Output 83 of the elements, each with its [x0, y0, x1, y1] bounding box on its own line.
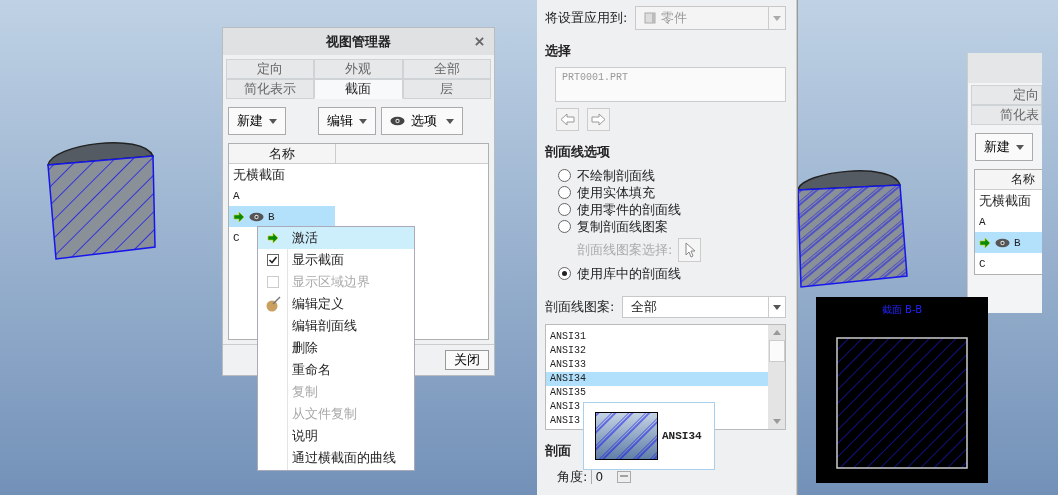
drawing-title: 截面 B-B: [881, 303, 923, 317]
close-icon[interactable]: [475, 37, 484, 46]
radio-button[interactable]: [558, 169, 571, 182]
caret-icon: [359, 118, 367, 124]
caret-icon: [773, 304, 781, 310]
scrollbar[interactable]: [768, 325, 785, 429]
pointer-button[interactable]: [678, 238, 702, 262]
eye-icon: [390, 116, 405, 126]
option-label: 使用库中的剖面线: [577, 264, 681, 283]
list-item[interactable]: ANSI31: [546, 330, 768, 344]
field-label: 将设置应用到:: [545, 9, 628, 27]
row-label: A: [979, 215, 986, 228]
scroll-up-icon[interactable]: [772, 330, 781, 335]
row-label: A: [233, 189, 240, 202]
tab[interactable]: 简化表示: [226, 79, 315, 99]
tab[interactable]: 简化表: [971, 105, 1042, 125]
menu-item[interactable]: 说明: [258, 425, 414, 447]
option-label: 使用零件的剖面线: [577, 200, 681, 219]
list-item[interactable]: ANSI32: [546, 344, 768, 358]
close-button[interactable]: 关闭: [445, 350, 489, 370]
dropdown[interactable]: 全部: [622, 296, 786, 318]
field-label: 剖面线图案:: [545, 298, 615, 316]
dropdown-button[interactable]: 新建: [975, 133, 1033, 161]
menu-item[interactable]: 激活: [258, 227, 414, 249]
field-label: 剖面线图案选择:: [577, 241, 673, 259]
tab[interactable]: 全部: [402, 59, 491, 79]
left-arrow-button[interactable]: [556, 108, 579, 131]
menu-item[interactable]: 显示截面: [258, 249, 414, 271]
row-label: 无横截面: [233, 165, 285, 184]
list-row[interactable]: A: [229, 185, 335, 206]
section-heading: 选择: [545, 42, 572, 60]
menu-item[interactable]: 编辑剖面线: [258, 315, 414, 337]
list-row[interactable]: A: [975, 211, 1042, 232]
radio-button[interactable]: [558, 203, 571, 216]
caret-icon: [269, 118, 277, 124]
row-label: B: [1014, 236, 1021, 249]
tab[interactable]: 定向: [226, 59, 315, 79]
list-row[interactable]: B: [229, 206, 335, 227]
tab[interactable]: 层: [402, 79, 491, 99]
arrow-icon: [267, 232, 279, 244]
list-item[interactable]: ANSI34: [546, 372, 768, 386]
caret-icon: [446, 118, 454, 124]
dialog-title: 视图管理器: [326, 32, 391, 51]
right-arrow-button[interactable]: [587, 108, 610, 131]
list-item[interactable]: ANSI33: [546, 358, 768, 372]
spinner-button[interactable]: [617, 471, 632, 483]
field-label: 角度:: [557, 468, 588, 486]
menu-item[interactable]: 编辑定义: [258, 293, 414, 315]
radio-button[interactable]: [558, 186, 571, 199]
radio-button[interactable]: [558, 220, 571, 233]
dropdown-button[interactable]: 编辑: [318, 107, 376, 135]
column-header: 名称: [1010, 171, 1035, 188]
hatch-preview-drawing: [595, 412, 658, 460]
row-label: C: [979, 257, 986, 270]
menu-item[interactable]: 重命名: [258, 359, 414, 381]
list-row[interactable]: 无横截面: [975, 190, 1042, 211]
tab[interactable]: 截面: [314, 79, 403, 99]
row-label: 无横截面: [979, 191, 1031, 210]
option-label: 不绘制剖面线: [577, 166, 655, 185]
tab[interactable]: 定向: [971, 85, 1042, 105]
section-heading: 剖面: [545, 442, 572, 460]
list-row[interactable]: C: [975, 253, 1042, 274]
list-row[interactable]: B: [975, 232, 1042, 253]
list-item[interactable]: ANSI35: [546, 386, 768, 400]
option-label: 使用实体填充: [577, 183, 655, 202]
cube-icon: [644, 12, 657, 24]
tab[interactable]: 外观: [314, 59, 403, 79]
dropdown-button[interactable]: 新建: [228, 107, 286, 135]
menu-item[interactable]: 通过横截面的曲线: [258, 447, 414, 469]
menu-item[interactable]: 删除: [258, 337, 414, 359]
caret-icon: [1016, 144, 1024, 150]
section-heading: 剖面线选项: [545, 143, 611, 161]
brush-icon: [265, 296, 281, 312]
scroll-down-icon[interactable]: [772, 419, 781, 424]
dropdown-button[interactable]: 选项: [381, 107, 463, 135]
scroll-thumb[interactable]: [768, 340, 785, 362]
caret-icon: [773, 15, 781, 21]
option-label: 复制剖面线图案: [577, 217, 668, 236]
row-label: B: [268, 210, 275, 223]
column-header: 名称: [229, 144, 336, 163]
radio-button[interactable]: [558, 267, 571, 280]
tooltip-text: ANSI34: [662, 430, 702, 442]
list-row[interactable]: 无横截面: [229, 164, 335, 185]
